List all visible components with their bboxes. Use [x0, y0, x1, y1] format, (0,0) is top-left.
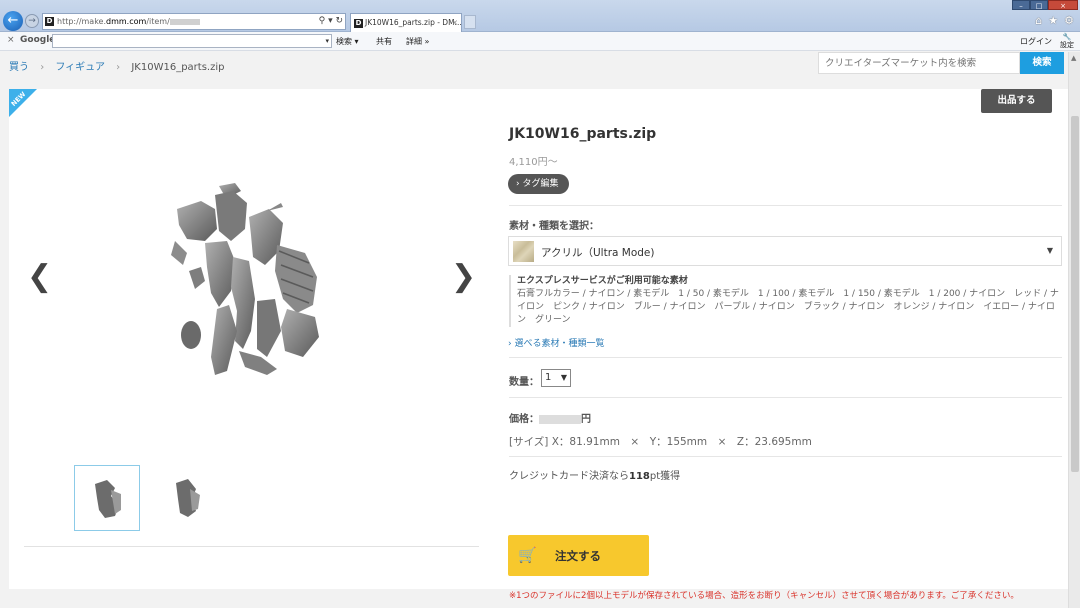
toolbar-search-label: 検索 [336, 37, 352, 46]
page-content: 買う › フィギュア › JK10W16_parts.zip 検索 NEW ❮ … [0, 52, 1068, 608]
quantity-label: 数量： [509, 377, 539, 388]
model-parts-image [171, 183, 319, 375]
section-divider [509, 205, 1062, 206]
thumbnail-2-image [176, 479, 200, 517]
product-gallery: NEW ❮ ❯ [9, 89, 494, 589]
address-bar[interactable]: Dhttp://make.dmm.com/item/ ⚲ ▾ ↻ [42, 13, 346, 30]
tag-edit-button[interactable]: › タグ編集 [508, 174, 569, 194]
express-title: エクスプレスサービスがご利用可能な素材 [517, 276, 688, 286]
back-button[interactable]: ← [3, 11, 23, 31]
browser-titlebar: ← → Dhttp://make.dmm.com/item/ ⚲ ▾ ↻ D JK… [0, 0, 1080, 32]
gallery-next-arrow[interactable]: ❯ [451, 259, 476, 294]
market-search-button[interactable]: 検索 [1020, 52, 1064, 74]
credit-suffix: pt獲得 [649, 471, 681, 482]
google-search-input[interactable]: ▾ [52, 34, 332, 48]
price-redacted [539, 414, 581, 424]
market-search: 検索 [818, 52, 1064, 74]
gallery-prev-arrow[interactable]: ❮ [27, 259, 52, 294]
toolbar-settings-button[interactable]: 🔧 設定 [1060, 33, 1074, 49]
thumbnail-1-image [95, 480, 121, 518]
maximize-button[interactable]: □ [1030, 0, 1048, 10]
google-logo: Google [20, 35, 56, 45]
browser-icons: ⌂ ★ ⚙ [1035, 14, 1074, 27]
scroll-up-icon[interactable]: ▲ [1071, 54, 1076, 62]
price-label: 価格： [509, 414, 539, 425]
product-price-from: 4,110円～ [509, 157, 558, 168]
url-prefix: http://make. [57, 17, 107, 26]
credit-prefix: クレジットカード決済なら [509, 471, 629, 482]
quantity-caret-icon: ▼ [560, 373, 567, 382]
express-material-list: 石膏フルカラー / ナイロン / 素モデル 1 / 50 / 素モデル 1 / … [517, 289, 1059, 325]
tab-favicon-icon: D [354, 18, 363, 28]
breadcrumb: 買う › フィギュア › JK10W16_parts.zip [9, 58, 224, 73]
material-list-link[interactable]: › 選べる素材・種類一覧 [508, 336, 605, 349]
multi-model-warning: ※1つのファイルに2個以上モデルが保存されている場合、造形をお断り（キャンセル）… [509, 591, 1019, 601]
tools-gear-icon[interactable]: ⚙ [1064, 14, 1074, 27]
scroll-thumb[interactable] [1071, 116, 1079, 472]
quantity-select[interactable]: 1 ▼ [541, 369, 571, 387]
dmm-favicon-icon: D [45, 17, 54, 26]
quantity-value: 1 [545, 372, 552, 383]
home-icon[interactable]: ⌂ [1035, 14, 1042, 27]
window-close-button[interactable]: × [1048, 0, 1078, 10]
forward-button[interactable]: → [25, 14, 39, 28]
toolbar-close-icon[interactable]: × [7, 35, 15, 45]
cart-icon: 🛒 [518, 546, 537, 564]
material-swatch [513, 241, 534, 262]
gallery-divider [24, 546, 479, 547]
section-divider [509, 397, 1062, 398]
credit-points: 118 [629, 471, 650, 482]
google-dropdown-icon[interactable]: ▾ [325, 35, 329, 47]
breadcrumb-separator: › [40, 62, 45, 73]
tag-edit-label: タグ編集 [522, 179, 559, 189]
section-divider [509, 456, 1062, 457]
express-service-box: エクスプレスサービスがご利用可能な素材 石膏フルカラー / ナイロン / 素モデ… [509, 275, 1062, 327]
product-details: 出品する JK10W16_parts.zip 4,110円～ › タグ編集 素材… [494, 89, 1068, 601]
window-controls: – □ × [1012, 0, 1078, 10]
address-tools[interactable]: ⚲ ▾ ↻ [319, 14, 343, 29]
browser-tab[interactable]: D JK10W16_parts.zip - DM... × [350, 13, 462, 32]
tag-chevron-icon: › [516, 179, 520, 189]
toolbar-login-button[interactable]: ログイン [1020, 36, 1052, 47]
breadcrumb-current: JK10W16_parts.zip [131, 62, 225, 73]
price-row: 価格： 円 [509, 410, 591, 425]
new-tab-button[interactable] [464, 15, 476, 29]
order-button[interactable]: 🛒 注文する [508, 535, 649, 576]
price-unit: 円 [581, 414, 591, 425]
sell-button[interactable]: 出品する [981, 89, 1052, 113]
size-info: [サイズ] X：81.91mm × Y：155mm × Z：23.695mm [509, 436, 812, 448]
product-title: JK10W16_parts.zip [509, 126, 657, 142]
url-domain: dmm.com [106, 17, 147, 26]
url-redacted [169, 18, 200, 25]
thumbnail-1[interactable] [74, 465, 140, 531]
breadcrumb-separator: › [116, 62, 121, 73]
link-chevron-icon: › [508, 339, 512, 349]
toolbar-search-button[interactable]: 検索 ▾ [336, 36, 359, 47]
page-scrollbar[interactable]: ▲ [1068, 52, 1080, 608]
material-label: 素材・種類を選択： [509, 221, 599, 232]
material-selected: アクリル（Ultra Mode) [541, 247, 655, 259]
material-select[interactable]: アクリル（Ultra Mode) ▼ [508, 236, 1062, 266]
url-path: /item/ [146, 17, 170, 26]
favorites-star-icon[interactable]: ★ [1048, 14, 1058, 27]
thumbnail-2[interactable] [152, 465, 218, 531]
toolbar-share-button[interactable]: 共有 [376, 36, 392, 47]
breadcrumb-figure[interactable]: フィギュア [55, 62, 105, 73]
material-caret-icon: ▼ [1046, 246, 1053, 255]
tab-title: JK10W16_parts.zip - DM... [365, 18, 462, 27]
market-search-input[interactable] [818, 52, 1020, 74]
credit-points-info: クレジットカード決済なら118pt獲得 [509, 467, 680, 482]
section-divider [509, 357, 1062, 358]
order-button-label: 注文する [555, 549, 601, 563]
tab-close-icon[interactable]: × [452, 14, 458, 31]
breadcrumb-buy[interactable]: 買う [9, 62, 29, 73]
minimize-button[interactable]: – [1012, 0, 1030, 10]
toolbar-settings-label: 設定 [1060, 41, 1074, 49]
google-toolbar: × Google ▾ 検索 ▾ 共有 詳細 » ログイン 🔧 設定 [0, 32, 1080, 51]
material-list-link-label: 選べる素材・種類一覧 [514, 339, 605, 349]
toolbar-more-button[interactable]: 詳細 » [406, 36, 429, 47]
